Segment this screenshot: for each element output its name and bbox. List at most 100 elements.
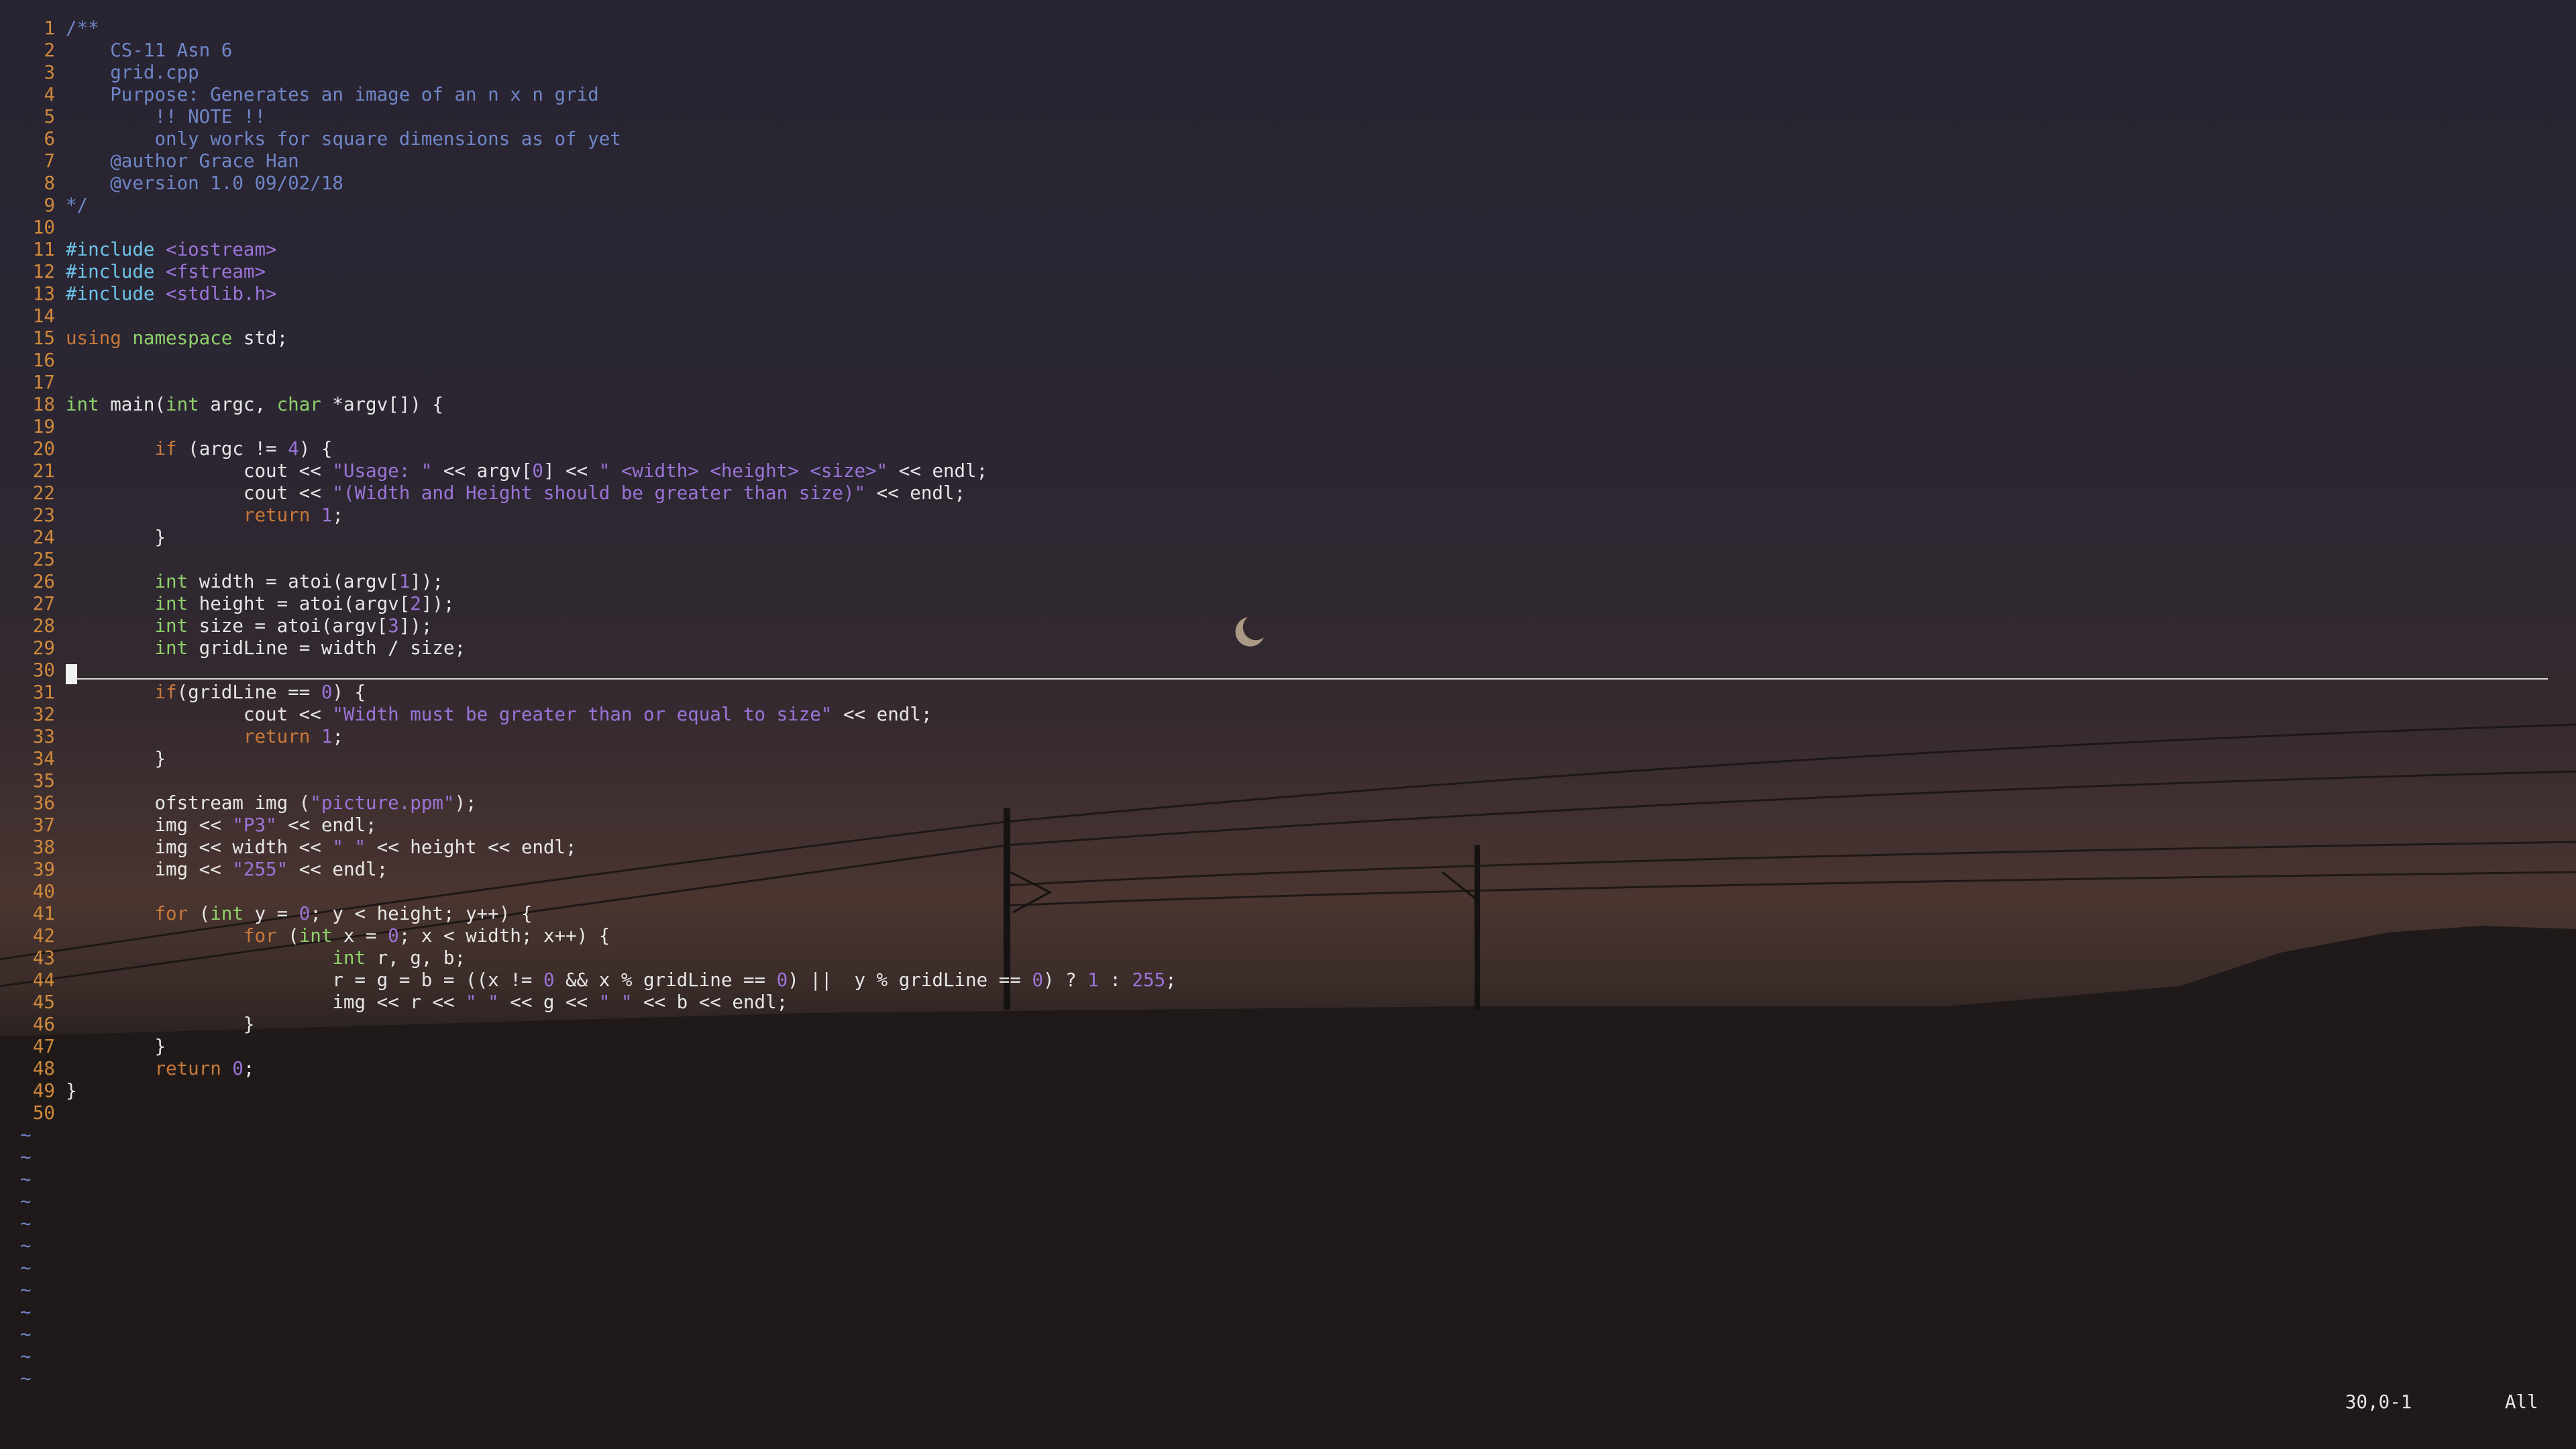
code-line[interactable]: 1 /** (0, 17, 2576, 40)
code-token: ( (276, 925, 299, 947)
code-line[interactable]: 34 } (0, 748, 2576, 770)
code-token: y = (243, 903, 299, 924)
code-token: main( (99, 394, 166, 415)
code-line[interactable]: 8 @version 1.0 09/02/18 (0, 172, 2576, 195)
code-line[interactable]: 2 CS-11 Asn 6 (0, 40, 2576, 62)
code-line[interactable]: 18 int main(int argc, char *argv[]) { (0, 394, 2576, 416)
code-line[interactable]: 37 img << "P3" << endl; (0, 814, 2576, 837)
code-token: int (332, 947, 366, 969)
line-number: 44 (32, 969, 55, 991)
code-token: 1 (321, 504, 333, 526)
code-line[interactable]: 17 (0, 372, 2576, 394)
code-token: " " (466, 991, 499, 1013)
code-line[interactable]: 5 !! NOTE !! (0, 106, 2576, 128)
line-number: 39 (32, 859, 55, 880)
code-line[interactable]: 12 #include <fstream> (0, 261, 2576, 283)
code-text: only works for square dimensions as of y… (66, 128, 621, 150)
code-line[interactable]: 20 if (argc != 4) { (0, 438, 2576, 460)
code-line[interactable]: 13 #include <stdlib.h> (0, 283, 2576, 305)
code-line[interactable]: 47 } (0, 1036, 2576, 1058)
code-token: namespace (132, 327, 233, 349)
line-number: 13 (32, 283, 55, 305)
line-number: 43 (32, 947, 55, 969)
code-editor[interactable]: 1/** 2 CS-11 Asn 63 grid.cpp 4 Purpose: Ge… (0, 17, 2576, 1390)
code-line[interactable]: 46 } (0, 1014, 2576, 1036)
code-line[interactable]: 45 img << r << " " << g << " " << b << e… (0, 991, 2576, 1014)
code-line[interactable]: 41 for (int y = 0; y < height; y++) { (0, 903, 2576, 925)
code-text: CS-11 Asn 6 (66, 40, 232, 62)
code-token: grid.cpp (66, 62, 199, 83)
line-number: 35 (32, 770, 55, 792)
code-line[interactable]: 7 @author Grace Han (0, 150, 2576, 172)
code-text: int height = atoi(argv[2]); (66, 593, 454, 615)
code-line[interactable]: 4 Purpose: Generates an image of an n x … (0, 84, 2576, 106)
code-line[interactable]: 50 (0, 1102, 2576, 1124)
code-line[interactable]: 42 for (int x = 0; x < width; x++) { (0, 925, 2576, 947)
code-line[interactable]: 11 #include <iostream> (0, 239, 2576, 261)
code-line[interactable]: 24 } (0, 527, 2576, 549)
code-line[interactable]: 27 int height = atoi(argv[2]); (0, 593, 2576, 615)
code-token: cout << (66, 460, 333, 482)
line-number: 19 (32, 416, 55, 437)
code-line[interactable]: 23 return 1; (0, 504, 2576, 527)
code-line[interactable]: 44 r = g = b = ((x != 0 && x % gridLine … (0, 969, 2576, 991)
code-line[interactable]: 21 cout << "Usage: " << argv[0] << " <wi… (0, 460, 2576, 482)
code-line[interactable]: 43 int r, g, b; (0, 947, 2576, 969)
code-token: ( (188, 903, 211, 924)
line-number: 11 (32, 239, 55, 260)
code-line[interactable]: 9 */ (0, 195, 2576, 217)
code-line[interactable]: 31 if(gridLine == 0) { (0, 682, 2576, 704)
code-token: *argv[]) { (321, 394, 443, 415)
code-token: std; (232, 327, 288, 349)
code-line[interactable]: 39 img << "255" << endl; (0, 859, 2576, 881)
code-token: int (154, 571, 189, 592)
code-line[interactable]: 16 (0, 350, 2576, 372)
code-token: */ (66, 195, 89, 216)
code-line[interactable]: 26 int width = atoi(argv[1]); (0, 571, 2576, 593)
code-line[interactable]: 49} (0, 1080, 2576, 1102)
line-number: 16 (32, 350, 55, 371)
code-line[interactable]: 10 (0, 217, 2576, 239)
cursor-position: 30,0-1 (2345, 1391, 2412, 1413)
empty-buffer-line: ~ (20, 1324, 32, 1345)
code-line[interactable]: 36 ofstream img ("picture.ppm"); (0, 792, 2576, 814)
code-line[interactable]: 29 int gridLine = width / size; (0, 637, 2576, 659)
code-line[interactable]: 15 using namespace std; (0, 327, 2576, 350)
code-line[interactable]: 14 (0, 305, 2576, 327)
code-token: int (154, 593, 189, 614)
code-text: int size = atoi(argv[3]); (66, 615, 432, 637)
code-token: 0 (1032, 969, 1044, 991)
code-token: } (66, 1014, 255, 1035)
code-token: <stdlib.h> (166, 283, 277, 305)
code-line[interactable]: 19 (0, 416, 2576, 438)
code-line[interactable]: 48 return 0; (0, 1058, 2576, 1080)
code-token: using (66, 327, 133, 349)
code-token: 0 (388, 925, 399, 947)
code-line[interactable]: 25 (0, 549, 2576, 571)
code-line[interactable]: 28 int size = atoi(argv[3]); (0, 615, 2576, 637)
text-cursor (66, 664, 77, 684)
code-line[interactable]: 22 cout << "(Width and Height should be … (0, 482, 2576, 504)
code-line[interactable]: 38 img << width << " " << height << endl… (0, 837, 2576, 859)
code-token: return (154, 1058, 221, 1079)
code-token: return (243, 726, 311, 747)
code-token: <iostream> (166, 239, 277, 260)
code-line[interactable]: 40 (0, 881, 2576, 903)
code-text: !! NOTE !! (66, 106, 266, 128)
line-number: 7 (44, 150, 55, 172)
line-number: 2 (44, 40, 55, 61)
scroll-indicator: All (2505, 1391, 2538, 1413)
code-line[interactable]: 3 grid.cpp (0, 62, 2576, 84)
code-line[interactable]: 33 return 1; (0, 726, 2576, 748)
code-line[interactable]: 35 (0, 770, 2576, 792)
code-token: !! NOTE !! (66, 106, 266, 127)
line-number: 1 (44, 17, 55, 39)
cursor-line (66, 678, 2548, 680)
code-line[interactable]: 32 cout << "Width must be greater than o… (0, 704, 2576, 726)
code-token: } (66, 527, 166, 548)
code-token: int (166, 394, 199, 415)
code-line[interactable]: 6 only works for square dimensions as of… (0, 128, 2576, 150)
